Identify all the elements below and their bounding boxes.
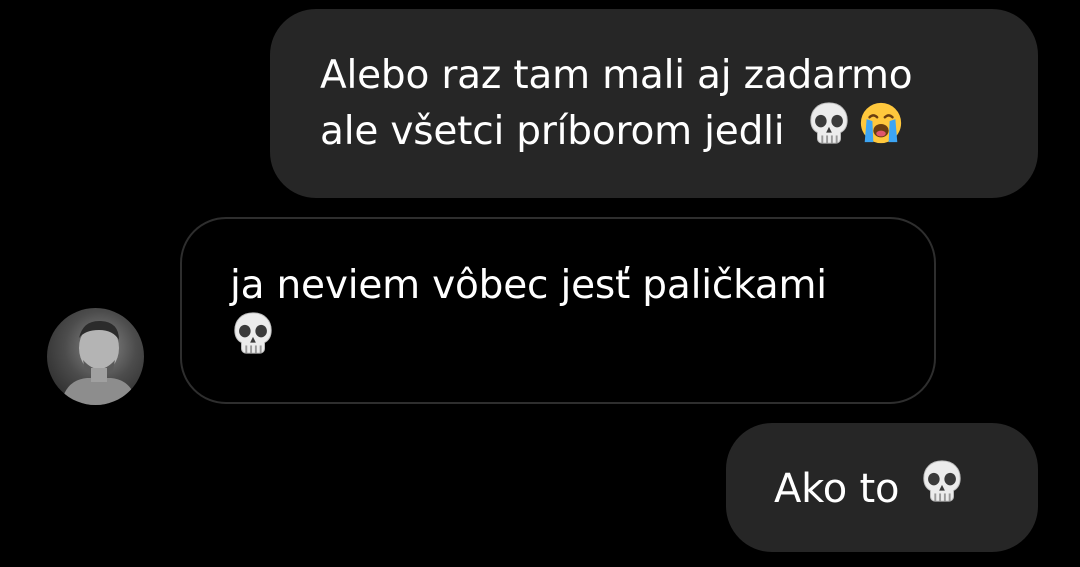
skull-icon bbox=[919, 458, 965, 518]
message-text: ale všetci príborom jedli bbox=[320, 109, 785, 154]
received-message-bubble[interactable]: ja neviem vôbec jesť paličkami bbox=[180, 217, 936, 404]
message-text-line: ja neviem vôbec jesť paličkami bbox=[230, 263, 827, 308]
avatar-portrait-icon bbox=[61, 320, 137, 405]
sent-message-bubble[interactable]: Ako to bbox=[726, 423, 1038, 552]
loudly-crying-face-icon bbox=[858, 100, 904, 161]
message-text-line-with-emoji: Ako to bbox=[774, 461, 1038, 521]
message-text-line-with-emojis: ale všetci príborom jedli bbox=[320, 103, 1038, 164]
contact-avatar[interactable] bbox=[47, 308, 144, 405]
message-emoji-line bbox=[230, 313, 934, 374]
message-text: Ako to bbox=[774, 466, 900, 512]
sent-message-bubble[interactable]: Alebo raz tam mali aj zadarmo ale všetci… bbox=[270, 9, 1038, 198]
skull-icon bbox=[806, 100, 852, 161]
skull-icon bbox=[230, 310, 276, 371]
message-text-line: Alebo raz tam mali aj zadarmo bbox=[320, 53, 913, 98]
